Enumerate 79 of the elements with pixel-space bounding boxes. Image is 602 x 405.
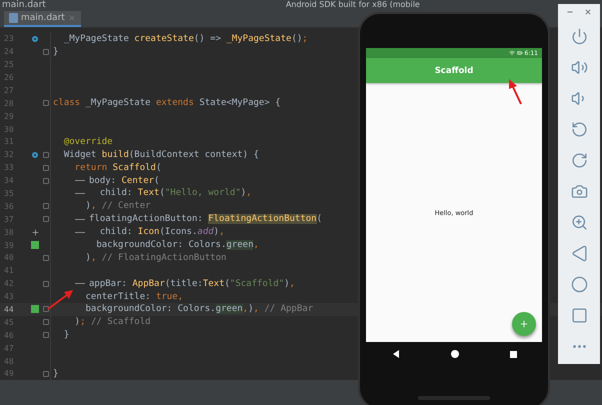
line-number: 26 (3, 72, 15, 82)
code-line: floatingActionButton: FloatingActionButton( (88, 214, 322, 224)
override-icon[interactable] (32, 36, 38, 42)
arrow (507, 79, 523, 105)
line-number: 35 (3, 188, 15, 198)
code-line: ), // Center (84, 201, 151, 212)
code-line: ); // Scaffold (74, 317, 151, 328)
code-line: backgroundColor: Colors.green, (95, 240, 259, 250)
home-icon[interactable] (450, 350, 458, 358)
line-number: 42 (3, 279, 15, 288)
code-line: return Scaffold( (74, 162, 162, 173)
app-bar-title: Scaffold (434, 66, 474, 76)
fold-icon[interactable] (43, 306, 49, 312)
line-number: 25 (3, 60, 15, 70)
line-number: 46 (3, 330, 15, 340)
fold-icon[interactable] (43, 164, 49, 171)
fold-icon[interactable] (43, 152, 49, 158)
color-swatch[interactable] (31, 241, 39, 250)
line-number: 39 (3, 240, 15, 250)
plus-icon (519, 319, 529, 329)
code-line: } (62, 330, 70, 340)
battery-icon (516, 50, 523, 56)
line-number: 37 (3, 214, 15, 224)
line-number: 48 (3, 356, 15, 366)
line-number: 34 (3, 176, 15, 186)
line-number: 49 (3, 369, 15, 378)
code-line: _MyPageState createState() => _MyPageState(); (62, 34, 308, 44)
fold-icon[interactable] (43, 332, 49, 338)
fold-icon[interactable] (43, 178, 49, 184)
line-number: 36 (3, 202, 15, 211)
code-line: @override (62, 136, 113, 147)
line-number: 33 (3, 163, 15, 172)
fold-icon[interactable] (43, 100, 49, 106)
fold-icon[interactable] (43, 48, 49, 55)
back-icon[interactable] (392, 350, 400, 358)
floating-action-button[interactable] (512, 312, 536, 336)
close-icon[interactable] (584, 8, 592, 16)
line-number: 44 (3, 304, 15, 314)
fold-icon[interactable] (43, 203, 49, 210)
code-line: body: Center( (88, 176, 160, 186)
code-line: centerTitle: true, (84, 292, 184, 302)
line-number: 29 (3, 112, 15, 121)
code-line: child: Text("Hello, world"), (98, 188, 252, 198)
window-title: main.dart (2, 0, 46, 10)
code-line: class _MyPageState extends State<MyPage> { (52, 98, 281, 108)
line-number: 47 (3, 344, 15, 353)
line-number: 43 (3, 292, 15, 302)
code-line: backgroundColor: Colors.green,), // AppBar (84, 304, 314, 314)
line-number: 28 (3, 98, 15, 108)
fold-icon[interactable] (43, 216, 49, 222)
device-selector[interactable]: Android SDK built for x86 (mobile (286, 0, 420, 10)
color-swatch[interactable] (31, 305, 39, 314)
plus-icon (30, 228, 40, 237)
code-line: } (52, 368, 58, 379)
override-icon[interactable] (32, 152, 38, 158)
fold-icon[interactable] (43, 280, 49, 287)
line-number: 40 (3, 253, 15, 262)
line-number: 41 (3, 266, 15, 276)
line-number: 27 (3, 86, 15, 95)
arrow (47, 289, 74, 310)
wifi-icon (508, 50, 515, 56)
line-number: 30 (3, 124, 15, 134)
code-line: Widget build(BuildContext context) { (62, 150, 259, 160)
code-line: ), // FloatingActionButton (84, 252, 226, 263)
code-line: } (52, 46, 58, 57)
code-line: child: Icon(Icons.add), (98, 227, 225, 238)
line-number: 38 (3, 228, 15, 237)
fold-icon[interactable] (43, 370, 49, 377)
line-number: 45 (3, 318, 15, 327)
editor-tab[interactable]: main.dart (4, 10, 81, 28)
code-line: appBar: AppBar(title:Text("Scaffold"), (88, 278, 295, 289)
line-number: 24 (3, 47, 15, 56)
line-number: 23 (3, 34, 15, 44)
fold-icon[interactable] (43, 254, 49, 261)
line-number: 31 (3, 137, 15, 146)
file-icon (9, 13, 18, 24)
fold-icon[interactable] (43, 319, 49, 326)
recents-icon[interactable] (510, 350, 516, 358)
line-number: 32 (3, 150, 15, 160)
